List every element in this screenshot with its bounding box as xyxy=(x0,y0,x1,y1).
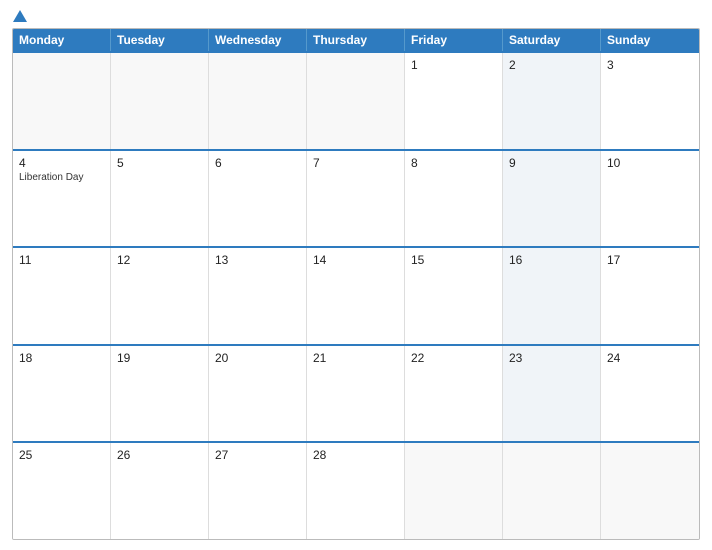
day-cell xyxy=(503,443,601,539)
day-cell xyxy=(307,53,405,149)
day-cell: 15 xyxy=(405,248,503,344)
day-cell: 6 xyxy=(209,151,307,247)
day-number: 17 xyxy=(607,253,693,267)
day-cell: 10 xyxy=(601,151,699,247)
day-number: 10 xyxy=(607,156,693,170)
day-event: Liberation Day xyxy=(19,172,104,183)
day-cell xyxy=(601,443,699,539)
day-cell: 13 xyxy=(209,248,307,344)
day-number: 16 xyxy=(509,253,594,267)
day-header-thursday: Thursday xyxy=(307,29,405,51)
day-number: 3 xyxy=(607,58,693,72)
day-header-sunday: Sunday xyxy=(601,29,699,51)
calendar-page: MondayTuesdayWednesdayThursdayFridaySatu… xyxy=(0,0,712,550)
day-cell: 11 xyxy=(13,248,111,344)
day-number: 1 xyxy=(411,58,496,72)
day-header-tuesday: Tuesday xyxy=(111,29,209,51)
day-number: 25 xyxy=(19,448,104,462)
day-number: 13 xyxy=(215,253,300,267)
logo xyxy=(12,10,28,22)
day-number: 20 xyxy=(215,351,300,365)
day-header-wednesday: Wednesday xyxy=(209,29,307,51)
day-cell: 3 xyxy=(601,53,699,149)
day-cell xyxy=(13,53,111,149)
day-number: 14 xyxy=(313,253,398,267)
week-row-5: 25 26 27 28 xyxy=(13,441,699,539)
day-cell: 4 Liberation Day xyxy=(13,151,111,247)
day-cell: 20 xyxy=(209,346,307,442)
day-number: 8 xyxy=(411,156,496,170)
day-number: 6 xyxy=(215,156,300,170)
logo-triangle-icon xyxy=(13,10,27,22)
day-cell: 5 xyxy=(111,151,209,247)
day-number: 19 xyxy=(117,351,202,365)
day-cell xyxy=(111,53,209,149)
day-cell: 24 xyxy=(601,346,699,442)
day-number: 12 xyxy=(117,253,202,267)
day-cell: 22 xyxy=(405,346,503,442)
day-number: 15 xyxy=(411,253,496,267)
day-number: 26 xyxy=(117,448,202,462)
day-number: 7 xyxy=(313,156,398,170)
day-cell: 19 xyxy=(111,346,209,442)
day-number: 22 xyxy=(411,351,496,365)
day-cell: 23 xyxy=(503,346,601,442)
day-number: 9 xyxy=(509,156,594,170)
day-cell: 17 xyxy=(601,248,699,344)
day-header-friday: Friday xyxy=(405,29,503,51)
day-number: 2 xyxy=(509,58,594,72)
day-number: 4 xyxy=(19,156,104,170)
weeks-container: 1234Liberation Day5678910111213141516171… xyxy=(13,51,699,539)
day-headers-row: MondayTuesdayWednesdayThursdayFridaySatu… xyxy=(13,29,699,51)
day-cell xyxy=(405,443,503,539)
day-cell: 25 xyxy=(13,443,111,539)
day-cell: 9 xyxy=(503,151,601,247)
day-cell: 28 xyxy=(307,443,405,539)
day-cell: 7 xyxy=(307,151,405,247)
day-number: 18 xyxy=(19,351,104,365)
day-cell: 26 xyxy=(111,443,209,539)
week-row-4: 18 19 20 21 22 23 24 xyxy=(13,344,699,442)
week-row-1: 123 xyxy=(13,51,699,149)
day-number: 28 xyxy=(313,448,398,462)
day-cell: 2 xyxy=(503,53,601,149)
day-header-saturday: Saturday xyxy=(503,29,601,51)
day-number: 5 xyxy=(117,156,202,170)
day-header-monday: Monday xyxy=(13,29,111,51)
day-cell: 14 xyxy=(307,248,405,344)
calendar-grid: MondayTuesdayWednesdayThursdayFridaySatu… xyxy=(12,28,700,540)
week-row-2: 4 Liberation Day 56789 10 xyxy=(13,149,699,247)
week-row-3: 11 12 13 14 15 16 17 xyxy=(13,246,699,344)
day-number: 11 xyxy=(19,253,104,267)
day-cell: 18 xyxy=(13,346,111,442)
day-cell: 21 xyxy=(307,346,405,442)
day-cell: 1 xyxy=(405,53,503,149)
day-number: 23 xyxy=(509,351,594,365)
day-cell: 8 xyxy=(405,151,503,247)
day-cell: 16 xyxy=(503,248,601,344)
day-number: 24 xyxy=(607,351,693,365)
calendar-header xyxy=(12,10,700,22)
day-number: 21 xyxy=(313,351,398,365)
day-cell: 27 xyxy=(209,443,307,539)
day-number: 27 xyxy=(215,448,300,462)
day-cell xyxy=(209,53,307,149)
day-cell: 12 xyxy=(111,248,209,344)
